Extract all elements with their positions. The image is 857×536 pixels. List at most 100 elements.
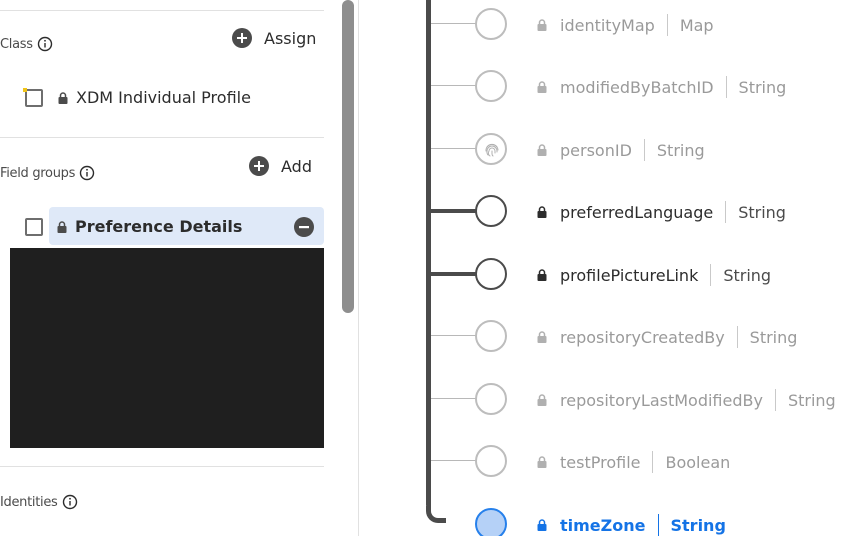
field-name: preferredLanguage <box>560 202 714 222</box>
lock-icon <box>57 220 67 233</box>
scrollbar[interactable] <box>342 0 354 313</box>
add-circle-icon <box>232 28 252 48</box>
tree-connector <box>431 23 476 24</box>
tree-connector <box>431 460 476 461</box>
tree-connector <box>431 148 476 149</box>
field-node[interactable] <box>475 383 507 415</box>
separator <box>725 76 727 98</box>
separator <box>725 201 727 223</box>
info-icon[interactable] <box>37 36 53 52</box>
lock-icon <box>537 456 547 468</box>
divider <box>0 466 324 467</box>
fingerprint-icon <box>485 143 499 157</box>
add-circle-icon <box>249 156 269 176</box>
identities-label-text: Identities <box>0 494 58 510</box>
separator <box>710 264 712 286</box>
lock-icon <box>537 81 547 93</box>
field-node[interactable] <box>475 258 507 290</box>
field-name: personID <box>560 140 632 160</box>
separator <box>643 139 645 161</box>
lock-icon <box>58 91 68 104</box>
separator <box>657 514 659 536</box>
field-node[interactable] <box>475 195 507 227</box>
field-name: repositoryCreatedBy <box>560 327 725 347</box>
field-label: repositoryCreatedBy String <box>537 326 797 348</box>
lock-icon <box>537 519 547 531</box>
class-section-label: Class <box>0 36 53 52</box>
info-icon[interactable] <box>62 494 78 510</box>
class-label-text: Class <box>0 36 33 52</box>
schema-field-row[interactable]: modifiedByBatchID String <box>359 68 857 104</box>
field-node[interactable] <box>475 320 507 352</box>
tree-connector <box>431 272 476 276</box>
field-name: modifiedByBatchID <box>560 77 714 97</box>
class-name: XDM Individual Profile <box>76 88 251 107</box>
lock-icon <box>537 331 547 343</box>
field-label: timeZone String <box>537 514 726 536</box>
field-type: String <box>656 140 705 160</box>
field-label: preferredLanguage String <box>537 201 786 223</box>
field-label: personID String <box>537 139 705 161</box>
schema-field-row[interactable]: profilePictureLink String <box>359 256 857 292</box>
schema-field-row[interactable]: timeZone String <box>359 506 857 536</box>
field-group-item[interactable]: Preference Details <box>49 207 324 245</box>
field-type: String <box>723 265 772 285</box>
composition-panel: Class Assign XDM Individual Profile Fiel… <box>0 0 340 536</box>
add-label: Add <box>281 156 312 176</box>
field-type: String <box>787 390 836 410</box>
field-type: Map <box>679 15 714 35</box>
schema-field-row[interactable]: repositoryLastModifiedBy String <box>359 381 857 417</box>
schema-field-row[interactable]: identityMap Map <box>359 6 857 42</box>
schema-field-row[interactable]: personID String <box>359 131 857 167</box>
field-node[interactable] <box>475 70 507 102</box>
field-name: repositoryLastModifiedBy <box>560 390 763 410</box>
remove-icon[interactable] <box>294 217 314 237</box>
field-name: timeZone <box>560 515 646 535</box>
field-name: identityMap <box>560 15 655 35</box>
field-node[interactable] <box>475 133 507 165</box>
separator <box>774 389 776 411</box>
field-group-checkbox[interactable] <box>25 218 43 236</box>
separator <box>652 451 654 473</box>
identities-section-label: Identities <box>0 494 78 510</box>
class-indicator-dot <box>23 88 27 92</box>
tree-connector <box>431 209 476 213</box>
field-type: Boolean <box>665 452 731 472</box>
field-label: profilePictureLink String <box>537 264 771 286</box>
field-label: repositoryLastModifiedBy String <box>537 389 836 411</box>
redacted-region <box>10 248 324 448</box>
assign-label: Assign <box>264 28 317 48</box>
divider <box>0 10 324 11</box>
schema-field-row[interactable]: repositoryCreatedBy String <box>359 318 857 354</box>
field-label: identityMap Map <box>537 14 714 36</box>
field-name: testProfile <box>560 452 641 472</box>
schema-field-row[interactable]: testProfile Boolean <box>359 443 857 479</box>
field-groups-label-text: Field groups <box>0 165 76 181</box>
field-group-name: Preference Details <box>75 217 243 236</box>
divider <box>0 137 324 138</box>
tree-connector <box>431 85 476 86</box>
schema-tree: identityMap Map modifiedByBatchID String <box>359 0 857 536</box>
class-item[interactable]: XDM Individual Profile <box>58 88 251 107</box>
field-type: String <box>738 202 786 222</box>
field-label: modifiedByBatchID String <box>537 76 786 98</box>
info-icon[interactable] <box>79 165 95 181</box>
field-type: String <box>738 77 787 97</box>
separator <box>666 14 668 36</box>
tree-connector <box>431 335 476 336</box>
lock-icon <box>537 206 547 218</box>
add-field-group-button[interactable]: Add <box>249 156 312 176</box>
class-checkbox[interactable] <box>25 89 43 107</box>
field-node[interactable] <box>475 445 507 477</box>
separator <box>736 326 738 348</box>
lock-icon <box>537 144 547 156</box>
assign-class-button[interactable]: Assign <box>232 28 316 48</box>
lock-icon <box>537 269 547 281</box>
schema-field-row[interactable]: preferredLanguage String <box>359 193 857 229</box>
field-type: String <box>749 327 798 347</box>
field-node[interactable] <box>475 508 507 536</box>
field-type: String <box>670 515 726 535</box>
tree-connector <box>431 398 476 399</box>
field-group-label: Preference Details <box>57 217 242 236</box>
field-node[interactable] <box>475 8 507 40</box>
